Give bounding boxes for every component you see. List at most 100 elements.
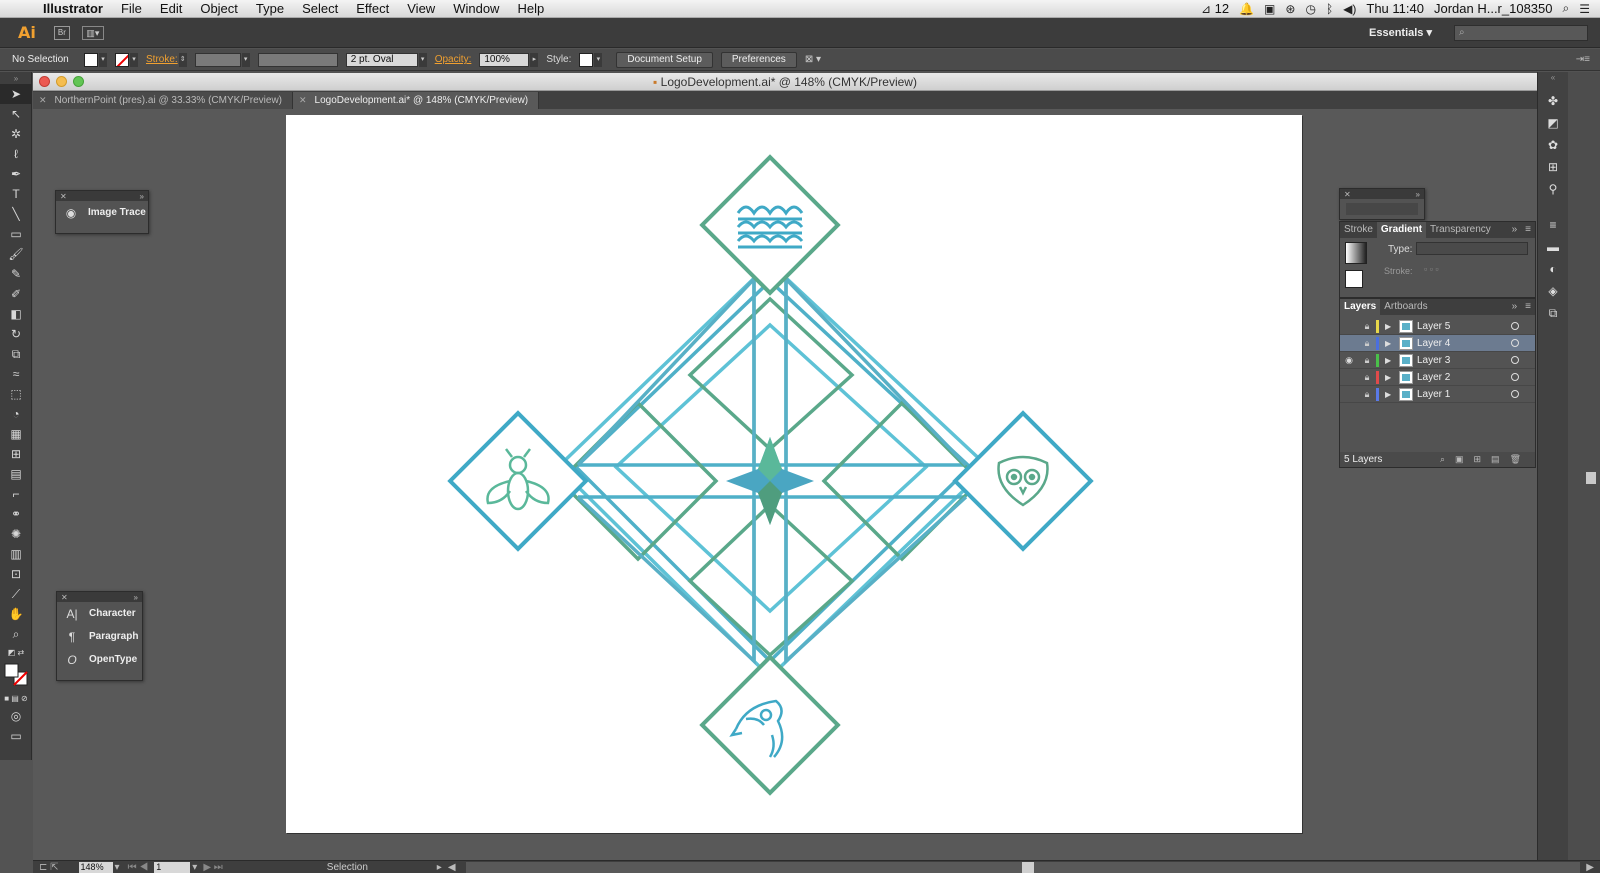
tab-northernpoint[interactable]: ✕ NorthernPoint (pres).ai @ 33.33% (CMYK… — [33, 92, 293, 109]
artboard-dropdown[interactable]: ▾ — [192, 862, 197, 873]
screen-mode-icon[interactable]: ▭ — [0, 726, 32, 746]
screen-mode-icon[interactable]: ⊏ ⇱ — [39, 862, 59, 873]
expand-triangle-icon[interactable]: ▶ — [1385, 322, 1395, 331]
bluetooth-icon[interactable]: ᛒ — [1326, 2, 1333, 16]
clock[interactable]: Thu 11:40 — [1366, 1, 1424, 16]
paragraph-panel-item[interactable]: ¶ Paragraph — [57, 625, 142, 648]
menu-effect[interactable]: Effect — [347, 1, 398, 16]
gradient-preview-swatch[interactable] — [1345, 242, 1367, 264]
menu-window[interactable]: Window — [444, 1, 508, 16]
graphic-styles-icon[interactable]: ⚲ — [1538, 178, 1568, 200]
color-mode-icons[interactable]: ■ ▤ ⊘ — [0, 690, 32, 706]
horizontal-scrollbar[interactable] — [465, 861, 1581, 873]
brush-dropdown[interactable]: ▾ — [418, 52, 427, 67]
magic-wand-tool-icon[interactable]: ✲ — [0, 124, 32, 144]
gradient-fill-swatch[interactable] — [1345, 270, 1363, 288]
collapse-panel-icon[interactable]: » — [140, 192, 144, 201]
menu-type[interactable]: Type — [247, 1, 293, 16]
artboards-panel-icon[interactable]: ⧉ — [1538, 302, 1568, 324]
lock-icon[interactable]: 🔒︎ — [1358, 355, 1376, 366]
symbol-sprayer-tool-icon[interactable]: ✺ — [0, 524, 32, 544]
gradient-stroke-buttons[interactable]: ▫ ▫ ▫ — [1424, 264, 1439, 274]
default-fill-stroke-icon[interactable]: ◩ ⇄ — [0, 644, 32, 660]
brush-definition[interactable]: 2 pt. Oval — [345, 52, 418, 67]
lock-icon[interactable]: 🔒︎ — [1358, 372, 1376, 383]
new-sublayer-icon[interactable]: ⊞ — [1474, 454, 1482, 465]
artboard-number-field[interactable]: 1 — [154, 861, 191, 873]
tab-artboards[interactable]: Artboards — [1380, 299, 1431, 315]
expand-triangle-icon[interactable]: ▶ — [1385, 339, 1395, 348]
spotlight-search-icon[interactable]: ⌕ — [1563, 1, 1570, 16]
layer-row[interactable]: 🔒︎ ▶ Layer 4 — [1340, 335, 1535, 352]
tab-layers[interactable]: Layers — [1340, 299, 1381, 315]
warp-tool-icon[interactable]: ≈ — [0, 364, 32, 384]
expand-triangle-icon[interactable]: ▶ — [1385, 356, 1395, 365]
volume-icon[interactable]: ◀) — [1343, 2, 1356, 16]
bridge-button[interactable]: Br — [53, 25, 70, 40]
vertical-scrollbar[interactable] — [1568, 72, 1600, 860]
hand-tool-icon[interactable]: ✋ — [0, 604, 32, 624]
layer-name[interactable]: Layer 5 — [1417, 321, 1511, 332]
color-guide-icon[interactable]: ✤ — [1538, 90, 1568, 112]
panel-menu-icon[interactable]: ≡ — [1521, 222, 1535, 238]
sync-icon[interactable]: ⊛ — [1285, 2, 1295, 16]
layer-target-icon[interactable] — [1511, 356, 1519, 364]
menu-object[interactable]: Object — [191, 1, 247, 16]
fill-stroke-indicator[interactable] — [0, 660, 32, 690]
scale-tool-icon[interactable]: ⧉ — [0, 344, 32, 364]
panel-menu-icon[interactable]: ≡ — [1521, 299, 1535, 315]
tools-collapse-icon[interactable]: » — [0, 72, 32, 84]
brushes-icon[interactable]: ✿ — [1538, 134, 1568, 156]
tab-logodevelopment[interactable]: ✕ LogoDevelopment.ai* @ 148% (CMYK/Previ… — [293, 92, 540, 109]
stroke-dropdown[interactable]: ▾ — [130, 52, 138, 67]
rectangle-tool-icon[interactable]: ▭ — [0, 224, 32, 244]
panel-expand-icon[interactable]: » — [1508, 299, 1522, 315]
menu-app-name[interactable]: Illustrator — [34, 1, 112, 16]
pencil-tool-icon[interactable]: ✎ — [0, 264, 32, 284]
zoom-level-field[interactable]: 148% — [78, 861, 113, 873]
close-panel-icon[interactable]: ✕ — [61, 593, 68, 602]
panel-menu-icon[interactable]: ⇥≡ — [1576, 54, 1590, 65]
layer-row[interactable]: 🔒︎ ▶ Layer 1 — [1340, 386, 1535, 403]
layer-row[interactable]: 🔒︎ ▶ Layer 5 — [1340, 318, 1535, 335]
workspace-switcher[interactable]: Essentials ▾ — [1369, 26, 1432, 39]
selection-tool-icon[interactable]: ➤ — [0, 84, 32, 104]
layer-name[interactable]: Layer 2 — [1417, 372, 1511, 383]
gradient-panel-icon[interactable]: ▬ — [1538, 236, 1568, 258]
close-panel-icon[interactable]: ✕ — [60, 192, 67, 201]
tab-gradient[interactable]: Gradient — [1376, 222, 1427, 238]
opacity-field[interactable]: 100% — [479, 52, 530, 67]
blob-brush-tool-icon[interactable]: ✐ — [0, 284, 32, 304]
notification-center-icon[interactable]: ☰ — [1579, 2, 1590, 16]
shape-builder-tool-icon[interactable]: ◔ — [0, 404, 32, 424]
locate-object-icon[interactable]: ⌕ — [1440, 454, 1445, 465]
layer-target-icon[interactable] — [1511, 373, 1519, 381]
stroke-weight-dropdown[interactable]: ▾ — [241, 52, 250, 67]
draw-mode-icon[interactable]: ◎ — [0, 706, 32, 726]
panel-icon-strip[interactable] — [1346, 203, 1418, 215]
dock-collapse-icon[interactable]: « — [1538, 72, 1568, 82]
opacity-label[interactable]: Opacity: — [435, 54, 472, 65]
eye-icon[interactable]: ◉ — [1340, 355, 1358, 366]
swatches-icon[interactable]: ◩ — [1538, 112, 1568, 134]
presenter-icon[interactable]: ▣ — [1264, 2, 1275, 16]
style-dropdown[interactable]: ▾ — [594, 52, 603, 67]
fill-dropdown[interactable]: ▾ — [99, 52, 107, 67]
mesh-tool-icon[interactable]: ⊞ — [0, 444, 32, 464]
lasso-tool-icon[interactable]: ℓ — [0, 144, 32, 164]
layer-target-icon[interactable] — [1511, 339, 1519, 347]
layer-row[interactable]: ◉ 🔒︎ ▶ Layer 3 — [1340, 352, 1535, 369]
zoom-tool-icon[interactable]: ⌕ — [0, 624, 32, 644]
delete-layer-icon[interactable]: 🗑︎ — [1510, 454, 1521, 465]
fill-swatch[interactable] — [84, 52, 98, 67]
close-tab-icon[interactable]: ✕ — [299, 95, 307, 106]
rotate-tool-icon[interactable]: ↻ — [0, 324, 32, 344]
scroll-right-arrow[interactable]: ▶ — [1586, 862, 1594, 873]
tab-transparency[interactable]: Transparency — [1426, 222, 1495, 238]
layers-panel-icon[interactable]: ◈ — [1538, 280, 1568, 302]
scroll-left-arrow[interactable]: ◀ — [448, 862, 456, 873]
status-text[interactable]: Selection — [327, 862, 437, 873]
lock-icon[interactable]: 🔒︎ — [1358, 389, 1376, 400]
column-graph-tool-icon[interactable]: ▥ — [0, 544, 32, 564]
free-transform-tool-icon[interactable]: ⬚ — [0, 384, 32, 404]
